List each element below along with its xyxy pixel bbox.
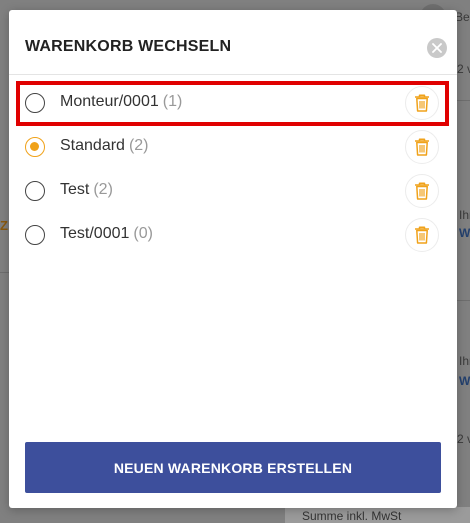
cart-option-standard[interactable]: Standard (2) xyxy=(9,125,457,169)
trash-icon xyxy=(415,226,429,244)
background-link: W xyxy=(459,374,470,388)
delete-cart-button[interactable] xyxy=(405,218,439,252)
cart-label: Standard (2) xyxy=(60,137,149,155)
trash-icon xyxy=(415,94,429,112)
switch-cart-modal: WARENKORB WECHSELN Monteur/0001 (1) Stand… xyxy=(9,10,457,508)
delete-cart-button[interactable] xyxy=(405,174,439,208)
delete-cart-button[interactable] xyxy=(405,130,439,164)
background-text: Bez xyxy=(455,10,470,24)
cart-count: (2) xyxy=(93,181,113,198)
background-link: W xyxy=(459,226,470,240)
background-text: Z xyxy=(0,218,8,233)
title-divider xyxy=(9,74,457,75)
cart-label: Monteur/0001 (1) xyxy=(60,93,182,111)
close-icon xyxy=(432,43,442,53)
cart-option-test-0001[interactable]: Test/0001 (0) xyxy=(9,213,457,257)
cart-radio-selected[interactable] xyxy=(25,137,45,157)
trash-icon xyxy=(415,182,429,200)
cart-count: (2) xyxy=(128,137,149,154)
cart-option-monteur-0001[interactable]: Monteur/0001 (1) xyxy=(9,81,457,125)
cart-name: Test/0001 xyxy=(60,225,130,242)
cart-radio[interactable] xyxy=(25,225,45,245)
background-text: 2 v xyxy=(457,62,470,76)
cart-option-test[interactable]: Test (2) xyxy=(9,169,457,213)
cart-name: Test xyxy=(60,181,90,198)
background-text: 2 v xyxy=(457,432,470,446)
background-divider xyxy=(457,100,470,101)
cart-count: (0) xyxy=(133,225,153,242)
cart-label: Test (2) xyxy=(60,181,113,199)
cart-name: Monteur/0001 xyxy=(60,93,159,110)
background-divider xyxy=(457,300,470,301)
modal-title: WARENKORB WECHSELN xyxy=(25,38,232,55)
delete-cart-button[interactable] xyxy=(405,86,439,120)
create-new-cart-button[interactable]: NEUEN WARENKORB ERSTELLEN xyxy=(25,442,441,493)
background-summary: Summe inkl. MwSt xyxy=(285,507,470,523)
trash-icon xyxy=(415,138,429,156)
cart-count: (1) xyxy=(162,93,183,110)
cart-radio[interactable] xyxy=(25,181,45,201)
background-text: Ihr xyxy=(459,208,470,222)
background-divider xyxy=(0,272,9,273)
close-button[interactable] xyxy=(427,38,447,58)
cart-label: Test/0001 (0) xyxy=(60,225,153,243)
cart-name: Standard xyxy=(60,137,125,154)
cart-radio[interactable] xyxy=(25,93,45,113)
background-text: Ihr xyxy=(459,354,470,368)
